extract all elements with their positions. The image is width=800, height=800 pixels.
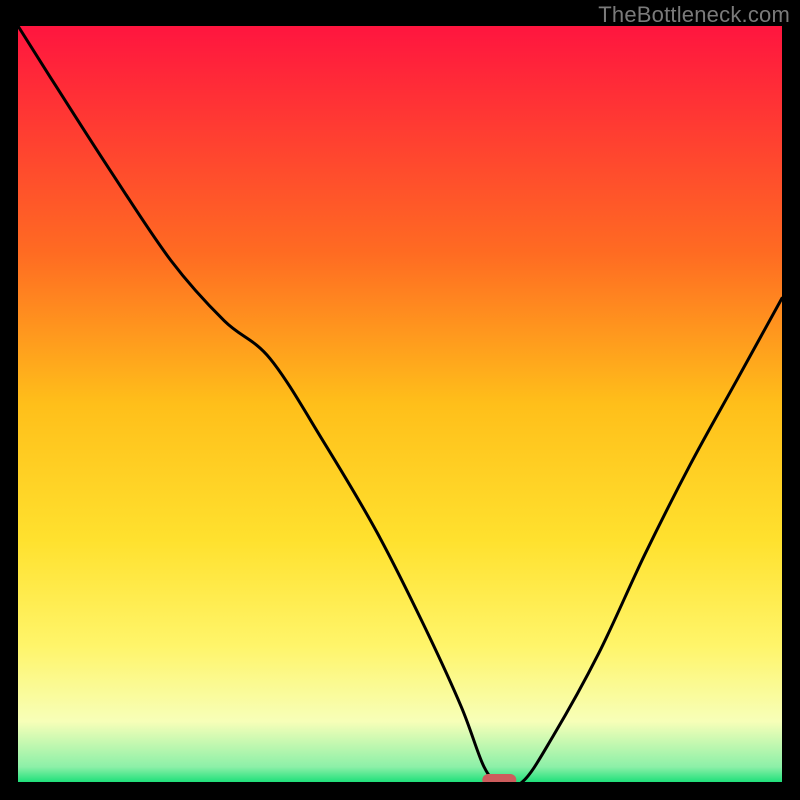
gradient-background — [18, 26, 782, 782]
plot-area — [18, 26, 782, 782]
chart-svg — [18, 26, 782, 782]
watermark-text: TheBottleneck.com — [598, 2, 790, 28]
chart-frame: TheBottleneck.com — [0, 0, 800, 800]
optimum-marker — [482, 774, 516, 782]
